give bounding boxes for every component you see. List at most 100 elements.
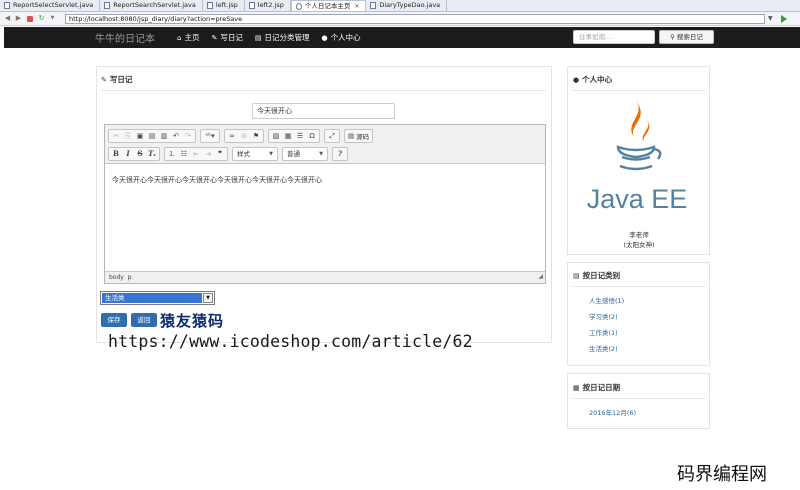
editor-toolbar: ✂ ⎘ ▣ ▤ ▥ ↶ ↷ ᵃᵇ▾ ∞ ⊘ ⚑ ▨ ▦ ☰ Ω ⤢ ▤ 源码 B…	[105, 125, 545, 164]
browser-tab-active[interactable]: 个人日记本主页 ✕	[290, 0, 367, 12]
unlink-icon[interactable]: ⊘	[238, 130, 250, 142]
image-icon[interactable]: ▨	[270, 130, 282, 142]
nav-item-category[interactable]: ▤ 日记分类管理	[255, 32, 310, 43]
date-heading: ▦ 按日记日期	[573, 383, 621, 392]
category-link[interactable]: 工作类(1)	[589, 327, 618, 337]
url-input[interactable]: http://localhost:8080/jsp_diary/diary?ac…	[65, 13, 765, 24]
maximize-icon[interactable]: ⤢	[326, 130, 338, 142]
browser-tab[interactable]: DiaryTypeDao.java	[366, 0, 448, 11]
divider	[572, 90, 705, 91]
special-char-icon[interactable]: Ω	[306, 130, 318, 142]
category-link[interactable]: 生活类(2)	[589, 343, 618, 353]
close-icon[interactable]: ✕	[354, 1, 359, 12]
steam-flame-icon	[631, 101, 641, 137]
bullet-list-icon[interactable]: ☷	[178, 148, 190, 160]
format-select[interactable]: 样式 ▼	[232, 147, 278, 161]
search-button[interactable]: ⚲ 搜索日记	[659, 30, 714, 44]
browser-tab[interactable]: left2.jsp	[245, 0, 291, 11]
editor-content[interactable]: 今天很开心今天很开心今天很开心今天很开心今天很开心今天很开心	[105, 164, 545, 268]
remove-format-icon[interactable]: Tₓ	[146, 148, 158, 160]
teacher-name: 李老师	[629, 231, 649, 239]
browser-tab[interactable]: ReportSearchServlet.java	[100, 0, 203, 11]
copy-icon[interactable]: ⎘	[122, 130, 134, 142]
category-link[interactable]: 学习类(2)	[589, 311, 618, 321]
strike-icon[interactable]: S	[134, 148, 146, 160]
chevron-down-icon[interactable]: ▼	[768, 15, 773, 22]
java-ee-logo: Java EE	[587, 101, 688, 214]
date-link[interactable]: 2016年12月(6)	[589, 407, 636, 417]
file-icon	[104, 2, 111, 9]
watermark-url: https://www.icodeshop.com/article/62	[108, 332, 473, 351]
source-button[interactable]: ▤ 源码	[344, 129, 374, 143]
stop-icon[interactable]	[27, 15, 33, 22]
user-icon: ●	[573, 75, 580, 84]
cup-icon	[653, 147, 662, 160]
undo-icon[interactable]: ↶	[170, 130, 182, 142]
blockquote-icon[interactable]: ❞	[214, 148, 226, 160]
divider	[572, 398, 705, 399]
back-arrow-icon[interactable]: ◀	[3, 14, 12, 23]
chevron-down-icon: ▼	[269, 151, 273, 157]
nav-item-profile[interactable]: ● 个人中心	[321, 32, 360, 43]
category-link[interactable]: 人生感悟(1)	[589, 295, 624, 305]
outdent-icon[interactable]: ⇤	[190, 148, 202, 160]
diary-title-input[interactable]: 今天很开心	[252, 103, 395, 119]
user-icon: ●	[321, 33, 328, 42]
link-icon[interactable]: ∞	[226, 130, 238, 142]
nav-item-home[interactable]: ⌂ 主页	[177, 32, 199, 43]
save-button[interactable]: 保存	[101, 313, 127, 327]
go-icon[interactable]	[780, 14, 787, 23]
help-icon[interactable]: ?	[334, 148, 346, 160]
italic-icon[interactable]: I	[122, 148, 134, 160]
resize-grip-icon[interactable]: ◢	[538, 271, 543, 282]
indent-icon[interactable]: ⇥	[202, 148, 214, 160]
cup-icon	[616, 145, 656, 159]
back-button[interactable]: 返回	[131, 313, 157, 327]
browser-tab[interactable]: ReportSelectServlet.java	[0, 0, 101, 11]
steam-flame-icon	[642, 119, 650, 143]
file-icon	[248, 2, 255, 9]
category-select[interactable]: 生活类 ▼	[100, 291, 215, 305]
search-icon: ⚲	[670, 33, 677, 41]
table-icon[interactable]: ▦	[282, 130, 294, 142]
refresh-icon[interactable]: ↻	[37, 14, 46, 23]
numbered-list-icon[interactable]: ⒈	[166, 148, 178, 160]
element-path[interactable]: body p	[109, 274, 131, 281]
list-icon: ▤	[573, 271, 580, 280]
forward-arrow-icon[interactable]: ▶	[14, 14, 23, 23]
profile-heading: ● 个人中心	[573, 75, 613, 84]
site-brand[interactable]: 牛牛的日记本	[95, 30, 177, 45]
nav-item-write[interactable]: ✎ 写日记	[211, 32, 242, 43]
anchor-icon[interactable]: ⚑	[250, 130, 262, 142]
list-group: ⒈ ☷ ⇤ ⇥ ❞	[164, 147, 228, 161]
file-icon	[206, 2, 213, 9]
java-ee-logo-text: Java EE	[587, 184, 688, 214]
insert-group: ▨ ▦ ☰ Ω	[268, 129, 320, 143]
source-icon: ▤	[348, 132, 355, 140]
browser-tab[interactable]: left.jsp	[203, 0, 245, 11]
divider	[572, 286, 705, 287]
link-group: ∞ ⊘ ⚑	[224, 129, 264, 143]
style-select[interactable]: 普通 ▼	[282, 147, 328, 161]
paste-text-icon[interactable]: ▤	[146, 130, 158, 142]
bold-icon[interactable]: B	[110, 148, 122, 160]
cup-icon	[619, 164, 653, 171]
globe-icon	[295, 2, 302, 10]
redo-icon[interactable]: ↷	[182, 130, 194, 142]
spellcheck-icon[interactable]: ᵃᵇ▾	[202, 130, 218, 142]
site-navbar: 牛牛的日记本 ⌂ 主页 ✎ 写日记 ▤ 日记分类管理 ● 个人中心 往事如烟... ⚲ …	[4, 27, 800, 48]
category-heading: ▤ 按日记类别	[573, 271, 621, 280]
file-icon	[4, 2, 10, 9]
write-diary-heading: ✎ 写日记	[101, 75, 133, 84]
cut-icon[interactable]: ✂	[110, 130, 122, 142]
book-icon: ▤	[254, 33, 262, 42]
maximize-group: ⤢	[324, 129, 340, 143]
editor-status-bar: body p ◢	[105, 271, 545, 283]
paste-word-icon[interactable]: ▥	[158, 130, 170, 142]
paste-icon[interactable]: ▣	[134, 130, 146, 142]
horizontal-rule-icon[interactable]: ☰	[294, 130, 306, 142]
pencil-icon: ✎	[101, 75, 107, 84]
browser-tab-bar: ReportSelectServlet.java ReportSearchSer…	[0, 0, 800, 12]
search-input[interactable]: 往事如烟...	[573, 30, 655, 44]
dropdown-icon[interactable]: ▼	[48, 14, 57, 23]
